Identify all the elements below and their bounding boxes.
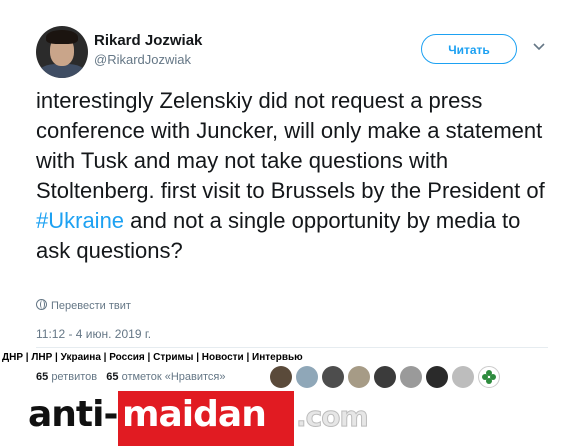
chevron-down-icon[interactable] (532, 40, 546, 54)
logo-com-text: .com (296, 400, 370, 434)
clover-icon (482, 370, 496, 384)
liker-avatar[interactable] (478, 366, 500, 388)
liker-avatar[interactable] (322, 366, 344, 388)
liker-avatar[interactable] (296, 366, 318, 388)
liker-avatar[interactable] (426, 366, 448, 388)
tweet-card: Rikard Jozwiak @RikardJozwiak Читать int… (0, 0, 585, 446)
tweet-text-before: interestingly Zelenskiy did not request … (36, 88, 545, 203)
likes-count[interactable]: 65 (106, 371, 118, 383)
likes-label[interactable]: отметок «Нравится» (122, 371, 226, 383)
retweets-label[interactable]: ретвитов (51, 371, 97, 383)
logo-maidan-text: maidan (122, 394, 267, 435)
site-logo[interactable]: anti- maidan .com (28, 391, 369, 446)
translate-tweet-link[interactable]: Перевести твит (36, 299, 131, 312)
author-handle[interactable]: @RikardJozwiak (94, 52, 191, 67)
likers-avatars (270, 366, 500, 388)
author-name[interactable]: Rikard Jozwiak (94, 32, 202, 49)
liker-avatar[interactable] (270, 366, 292, 388)
liker-avatar[interactable] (374, 366, 396, 388)
tweet-stats: 65 ретвитов 65 отметок «Нравится» (36, 371, 225, 383)
translate-label: Перевести твит (51, 300, 131, 312)
tweet-text: interestingly Zelenskiy did not request … (36, 86, 556, 266)
hashtag-link[interactable]: #Ukraine (36, 208, 124, 233)
divider (36, 347, 548, 348)
site-nav-line[interactable]: ДНР | ЛНР | Украина | Россия | Стримы | … (2, 352, 303, 363)
liker-avatar[interactable] (348, 366, 370, 388)
logo-anti-text: anti- (28, 394, 118, 435)
retweets-count[interactable]: 65 (36, 371, 48, 383)
author-avatar[interactable] (36, 26, 88, 78)
follow-button[interactable]: Читать (421, 34, 517, 64)
globe-icon (36, 299, 47, 310)
liker-avatar[interactable] (400, 366, 422, 388)
tweet-timestamp[interactable]: 11:12 - 4 июн. 2019 г. (36, 327, 151, 341)
liker-avatar[interactable] (452, 366, 474, 388)
